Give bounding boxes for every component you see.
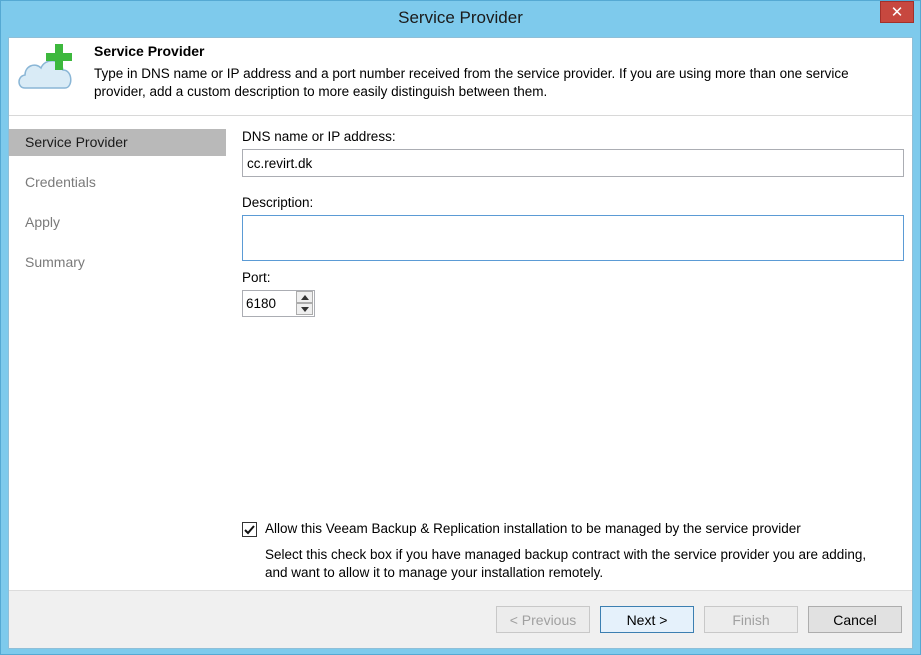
dns-input[interactable] xyxy=(242,149,904,177)
wizard-window: Service Provider ✕ Service Provider Type… xyxy=(0,0,921,655)
step-apply[interactable]: Apply xyxy=(9,209,226,236)
previous-button[interactable]: < Previous xyxy=(496,606,590,633)
description-label: Description: xyxy=(242,195,314,210)
close-icon: ✕ xyxy=(890,4,904,21)
chevron-down-icon xyxy=(300,306,309,312)
port-decrement-button[interactable] xyxy=(296,303,313,315)
cloud-add-icon xyxy=(18,44,72,89)
wizard-steps-sidebar: Service Provider Credentials Apply Summa… xyxy=(9,116,226,590)
next-button[interactable]: Next > xyxy=(600,606,694,633)
wizard-footer: < Previous Next > Finish Cancel xyxy=(9,590,912,648)
description-input[interactable] xyxy=(242,215,904,261)
dns-label: DNS name or IP address: xyxy=(242,129,396,144)
manage-checkbox-label[interactable]: Allow this Veeam Backup & Replication in… xyxy=(265,521,801,536)
port-increment-button[interactable] xyxy=(296,291,313,303)
wizard-client-area: Service Provider Type in DNS name or IP … xyxy=(8,37,913,649)
step-service-provider[interactable]: Service Provider xyxy=(9,129,226,156)
wizard-header: Service Provider Type in DNS name or IP … xyxy=(9,38,912,116)
header-title: Service Provider xyxy=(94,43,205,59)
port-stepper[interactable] xyxy=(242,290,315,317)
manage-help-text: Select this check box if you have manage… xyxy=(265,547,867,580)
step-summary[interactable]: Summary xyxy=(9,249,226,276)
close-button[interactable]: ✕ xyxy=(880,1,914,23)
window-title: Service Provider xyxy=(398,8,523,27)
step-credentials[interactable]: Credentials xyxy=(9,169,226,196)
title-bar[interactable]: Service Provider ✕ xyxy=(1,1,920,37)
port-label: Port: xyxy=(242,270,271,285)
header-description: Type in DNS name or IP address and a por… xyxy=(94,66,849,99)
wizard-content: DNS name or IP address: Description: Por… xyxy=(226,116,912,590)
chevron-up-icon xyxy=(300,294,309,300)
manage-checkbox[interactable] xyxy=(242,522,257,537)
cancel-button[interactable]: Cancel xyxy=(808,606,902,633)
port-input[interactable] xyxy=(243,291,295,316)
finish-button[interactable]: Finish xyxy=(704,606,798,633)
checkmark-icon xyxy=(244,524,255,534)
